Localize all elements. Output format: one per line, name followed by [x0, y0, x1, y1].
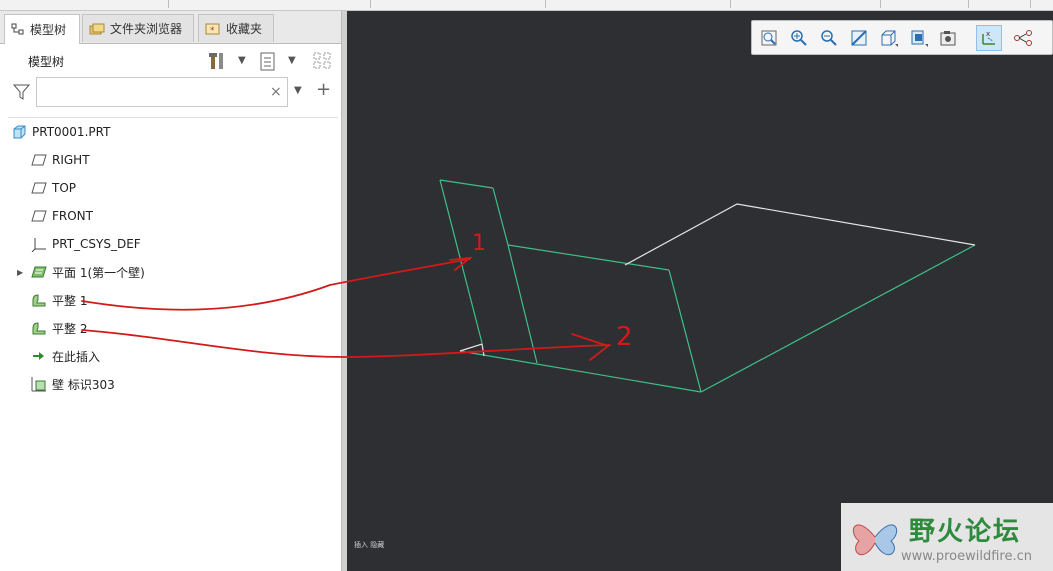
plus-icon: + [316, 79, 332, 100]
datum-plane-icon [30, 208, 48, 224]
tree-item-wall-feature[interactable]: 壁 标识303 [0, 372, 340, 396]
model-tree-icon [11, 23, 24, 34]
chevron-down-icon: ▼ [294, 85, 302, 96]
tab-label: 收藏夹 [226, 22, 263, 36]
datum-plane-icon [30, 152, 48, 168]
tab-favorites[interactable]: * 收藏夹 [198, 14, 274, 42]
watermark: 野火论坛 www.proewildfire.cn [841, 503, 1053, 571]
chevron-down-icon: ▼ [288, 55, 296, 66]
tree-item-planar-wall[interactable]: ▶ 平面 1(第一个壁) [0, 260, 340, 284]
model-edge [668, 269, 702, 393]
model-edge [507, 244, 538, 364]
tree-item-right-plane[interactable]: RIGHT [0, 148, 340, 172]
favorites-icon: * [205, 23, 220, 36]
csys-icon [30, 236, 48, 252]
ribbon-separator [730, 0, 731, 8]
model-edge [700, 244, 976, 393]
model-edge [459, 350, 702, 393]
part-icon [10, 124, 28, 140]
show-dropdown-chevron[interactable]: ▼ [288, 55, 296, 66]
tree-item-label: FRONT [52, 209, 93, 223]
folder-browser-icon [89, 23, 105, 34]
panel-title: 模型树 [28, 55, 65, 69]
watermark-title: 野火论坛 [909, 517, 1022, 547]
wall-feature-icon [30, 376, 48, 392]
model-wireframe [439, 179, 976, 393]
butterfly-logo-icon [852, 524, 898, 556]
graphics-viewport[interactable]: x 插入 隐藏 野火论坛 www.proewildfire.cn [347, 11, 1053, 571]
tree-item-top-plane[interactable]: TOP [0, 176, 340, 200]
insert-here-arrow-icon [30, 348, 48, 364]
add-filter-button[interactable]: + [316, 79, 331, 100]
tools-icon [209, 53, 223, 69]
tree-filter-settings-button[interactable] [312, 51, 334, 75]
flat-wall-icon [30, 292, 48, 308]
tab-label: 文件夹浏览器 [110, 22, 183, 36]
show-columns-button[interactable] [259, 52, 277, 76]
ribbon-separator [968, 0, 969, 8]
ribbon-separator [370, 0, 371, 8]
model-edge [439, 179, 494, 189]
tree-item-insert-here[interactable]: 在此插入 [0, 344, 340, 368]
planar-wall-icon [30, 264, 48, 280]
tree-item-part[interactable]: PRT0001.PRT [0, 120, 340, 144]
expand-arrow-icon[interactable]: ▶ [17, 268, 23, 277]
tree-item-flat-1[interactable]: 平整 1 [0, 288, 340, 312]
search-dropdown-chevron[interactable]: ▼ [294, 85, 302, 96]
status-text: 插入 隐藏 [354, 541, 385, 549]
tree-item-csys[interactable]: PRT_CSYS_DEF [0, 232, 340, 256]
tree-settings-button[interactable] [208, 51, 228, 75]
tab-model-tree[interactable]: 模型树 [4, 14, 80, 44]
tree-item-label: 平整 1 [52, 293, 88, 308]
tree-item-label: 平整 2 [52, 321, 88, 336]
settings-dropdown-chevron[interactable]: ▼ [238, 55, 246, 66]
tree-item-label: 壁 标识303 [52, 377, 115, 392]
tree-item-label: PRT0001.PRT [32, 125, 111, 139]
datum-plane-icon [30, 180, 48, 196]
model-edge [624, 203, 976, 266]
ribbon-separator [545, 0, 546, 8]
tab-label: 模型树 [30, 23, 67, 37]
tree-item-label: 平面 1(第一个壁) [52, 265, 145, 280]
model-edge [507, 244, 670, 271]
model-edge [439, 179, 483, 344]
document-list-icon [260, 52, 275, 71]
tree-item-flat-2[interactable]: 平整 2 [0, 316, 340, 340]
navigator-pane: 模型树 文件夹浏览器 * 收藏夹 模型树 ▼ ▼ × ▼ + PRT0001.P… [0, 11, 345, 571]
flat-wall-icon [30, 320, 48, 336]
watermark-url: www.proewildfire.cn [901, 549, 1032, 564]
chevron-down-icon: ▼ [238, 55, 246, 66]
clear-search-icon[interactable]: × [270, 84, 282, 100]
tree-item-label: TOP [52, 181, 77, 195]
tree-item-label: PRT_CSYS_DEF [52, 237, 141, 251]
model-edge [492, 187, 509, 246]
svg-text:*: * [210, 26, 215, 36]
top-ribbon-strip [0, 0, 1053, 11]
ribbon-separator [168, 0, 169, 8]
filter-icon[interactable] [13, 83, 31, 101]
divider [8, 117, 338, 118]
navigator-tabs: 模型树 文件夹浏览器 * 收藏夹 [0, 11, 345, 44]
search-input[interactable] [36, 77, 288, 107]
tree-item-label: RIGHT [52, 153, 90, 167]
tree-filter-grid-icon [313, 52, 331, 69]
tab-folder-browser[interactable]: 文件夹浏览器 [82, 14, 194, 42]
ribbon-separator [1030, 0, 1031, 8]
tree-item-front-plane[interactable]: FRONT [0, 204, 340, 228]
ribbon-separator [880, 0, 881, 8]
tree-item-label: 在此插入 [52, 349, 101, 364]
